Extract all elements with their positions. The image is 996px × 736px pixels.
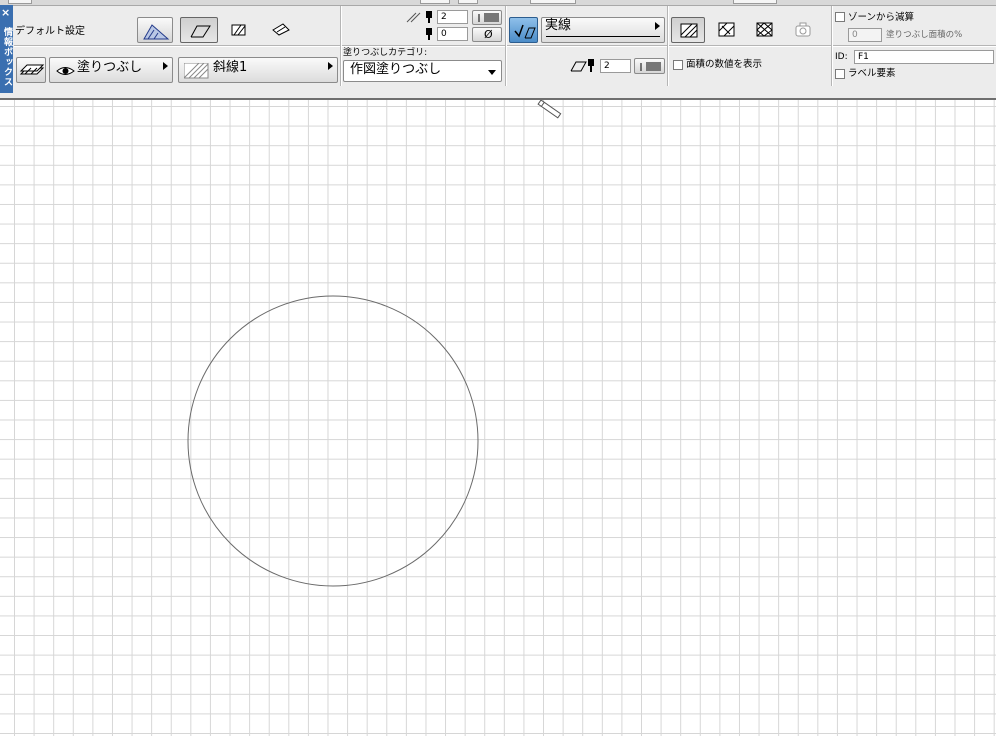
fill-type-dropdown[interactable]: 塗りつぶし [49,57,173,83]
default-settings-label: デフォルト設定 [15,26,85,37]
drawing-canvas[interactable] [0,100,996,736]
camera-icon[interactable] [794,22,812,38]
show-area-checkbox[interactable] [673,60,683,70]
chevron-down-icon [488,70,496,75]
info-box-title-bar[interactable]: × 情報ボックス [0,5,13,93]
background-pen-icon [426,28,432,40]
draw-polygon-fill-button[interactable] [180,17,218,43]
fill-area-percent-input[interactable]: 0 [848,28,882,42]
contour-pen-icon [570,59,594,72]
line-type-toggle-button[interactable] [509,17,538,43]
hatch-fill-icon [680,23,698,38]
line-sample [546,36,660,37]
fill-category-select[interactable]: 作図塗りつぶし [343,60,502,82]
eye-icon [56,67,75,75]
fill-category-value: 作図塗りつぶし [350,62,442,77]
separator [667,6,669,86]
line-type-label: 実線 [545,18,572,33]
element-id-label: ID: [835,52,848,62]
label-element-checkbox[interactable] [835,69,845,79]
pen-color-swatch-icon [640,62,661,71]
symbol-hatch-icon[interactable] [756,22,774,38]
cursor-pencil-icon [537,100,562,119]
contour-pen-color-button[interactable] [634,58,665,74]
fill-pen-input[interactable]: 2 [437,10,468,24]
show-area-label: 面積の数値を表示 [686,59,763,70]
label-element-label: ラベル要素 [848,68,896,79]
background-pen-input[interactable]: 0 [437,27,468,41]
element-id-input[interactable]: F1 [854,50,994,64]
fill-type-label: 塗りつぶし [77,60,143,75]
chevron-right-icon [655,22,660,30]
fill-tool-settings-button[interactable] [137,17,173,43]
fill-area-percent-label: 塗りつぶし面積の% [886,30,963,40]
separator [340,6,342,86]
subtract-from-zone-label: ゾーンから減算 [848,12,915,23]
line-type-dropdown[interactable]: 実線 [541,17,665,43]
empty-set-icon: Ø [484,28,493,41]
chevron-right-icon [163,62,168,70]
fill-tool-icon [143,24,170,40]
layers-icon [19,64,45,75]
fill-category-label: 塗りつぶしカテゴリ: [343,48,428,58]
canvas-drawing [187,100,562,587]
polygon-fill-icon [190,25,211,38]
palette-title: 情報ボックス [2,27,12,87]
fill-pen-color-button[interactable] [472,10,502,25]
fill-display-hatch-button[interactable] [671,17,705,43]
separator [505,6,507,86]
pen-color-swatch-icon [478,13,499,22]
chevron-right-icon [328,62,333,70]
contour-pen-input[interactable]: 2 [600,59,631,73]
background-none-button[interactable]: Ø [472,27,502,42]
top-tab-strip [0,0,996,6]
fill-pattern-dropdown[interactable]: 斜線1 [178,57,338,83]
subtract-from-zone-checkbox[interactable] [835,12,845,22]
fill-pattern-label: 斜線1 [213,60,248,75]
rectangle-fill-icon[interactable] [231,23,247,37]
vectorial-hatch-icon[interactable] [718,22,736,38]
fill-pen-icon [406,11,432,23]
rotated-rectangle-fill-icon[interactable] [271,22,291,36]
hatch-pattern-icon [184,63,209,79]
separator [831,6,833,86]
info-box-panel: × 情報ボックス デフォルト設定 塗りつぶし 斜線1 2 0 Ø 塗りつぶしカテ… [0,0,996,100]
close-icon[interactable]: × [1,7,10,18]
contour-checkmark-icon [514,24,536,39]
fill-circle[interactable] [187,295,479,587]
layer-button[interactable] [16,57,46,83]
